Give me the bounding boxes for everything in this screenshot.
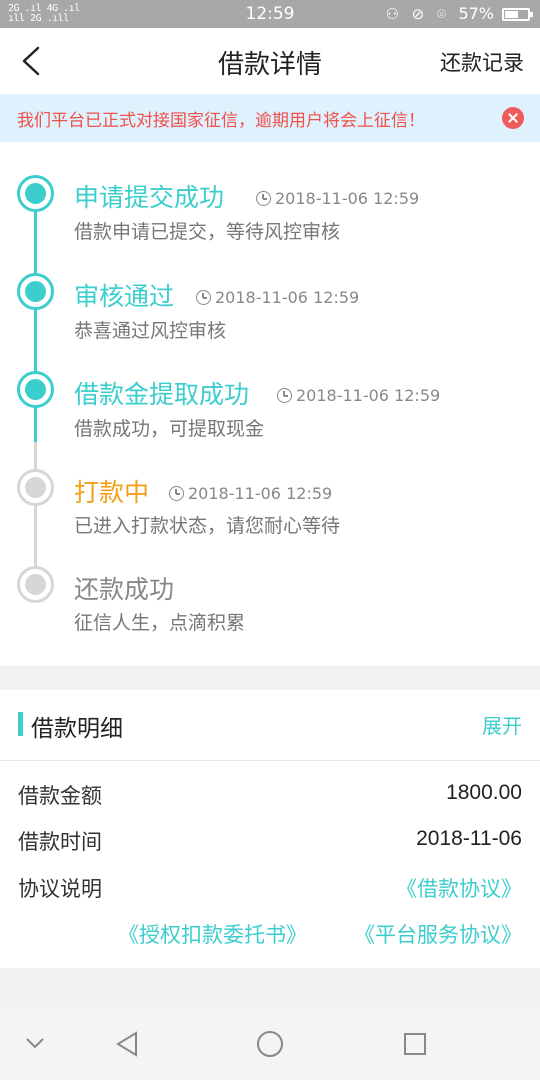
step-title: 借款金提取成功: [74, 380, 250, 409]
repayment-records-button[interactable]: 还款记录: [440, 47, 524, 77]
step-time-text: 2018-11-06 12:59: [275, 189, 420, 208]
battery-icon: [502, 8, 533, 21]
home-circle-icon[interactable]: [255, 1029, 285, 1059]
section-title: 借款明细: [31, 716, 123, 742]
step-description: 已进入打款状态，请您耐心等待: [74, 515, 341, 537]
battery-percent: 57%: [458, 4, 494, 23]
step-title: 申请提交成功: [74, 183, 225, 212]
status-icons: ⚇ ⊘ ⌾: [385, 5, 450, 23]
back-triangle-icon[interactable]: [114, 1030, 140, 1058]
loan-amount-label: 借款金额: [18, 784, 102, 808]
timeline-dot-done: [17, 371, 54, 408]
step-description: 借款申请已提交，等待风控审核: [74, 221, 341, 243]
notice-text: 我们平台已正式对接国家征信，逾期用户将会上征信！: [17, 111, 425, 131]
authorization-link[interactable]: 《授权扣款委托书》: [118, 919, 307, 949]
step-time: 2018-11-06 12:59: [277, 386, 440, 405]
notice-banner: 我们平台已正式对接国家征信，逾期用户将会上征信！: [0, 94, 540, 142]
chevron-down-icon[interactable]: [24, 1036, 46, 1050]
step-title: 还款成功: [74, 575, 175, 604]
expand-button[interactable]: 展开: [482, 710, 522, 739]
loan-detail-card: 借款明细 展开 借款金额 1800.00 借款时间 2018-11-06 协议说…: [0, 690, 540, 968]
section-marker: [18, 712, 23, 736]
clock-icon: [256, 191, 271, 206]
timeline-dot-done: [17, 175, 54, 212]
step-title: 打款中: [74, 478, 150, 507]
system-navigation-bar: [0, 1008, 540, 1080]
timeline-dot-done: [17, 273, 54, 310]
step-time-text: 2018-11-06 12:59: [296, 386, 441, 405]
loan-date-value: 2018-11-06: [416, 827, 522, 850]
loan-progress-timeline: 申请提交成功 2018-11-06 12:59 借款申请已提交，等待风控审核 审…: [0, 142, 540, 666]
step-description: 借款成功，可提取现金: [74, 418, 265, 440]
step-description: 恭喜通过风控审核: [74, 320, 227, 342]
timeline-line-pending: [34, 442, 37, 582]
step-time-text: 2018-11-06 12:59: [188, 484, 333, 503]
step-time: 2018-11-06 12:59: [169, 484, 332, 503]
timeline-dot-pending: [17, 566, 54, 603]
divider: [0, 760, 540, 761]
nav-bar: 借款详情 还款记录: [0, 28, 540, 94]
loan-agreement-link[interactable]: 《借款协议》: [396, 873, 522, 903]
agreement-label: 协议说明: [18, 877, 102, 901]
service-agreement-link[interactable]: 《平台服务协议》: [354, 919, 522, 949]
loan-amount-value: 1800.00: [446, 781, 522, 804]
step-description: 征信人生，点滴积累: [74, 612, 246, 634]
recents-square-icon[interactable]: [402, 1031, 428, 1057]
clock-icon: [169, 486, 184, 501]
step-time: 2018-11-06 12:59: [196, 288, 359, 307]
step-title: 审核通过: [74, 282, 175, 311]
step-time-text: 2018-11-06 12:59: [215, 288, 360, 307]
clock-icon: [277, 388, 292, 403]
status-bar: 2G .ıl 4G .ıl ıll 2G .ıll 12:59 ⚇ ⊘ ⌾ 57…: [0, 0, 540, 28]
close-icon[interactable]: [502, 107, 524, 129]
step-time: 2018-11-06 12:59: [256, 189, 419, 208]
clock-icon: [196, 290, 211, 305]
timeline-dot-pending: [17, 469, 54, 506]
loan-date-label: 借款时间: [18, 830, 102, 854]
battery-level: [505, 11, 518, 18]
